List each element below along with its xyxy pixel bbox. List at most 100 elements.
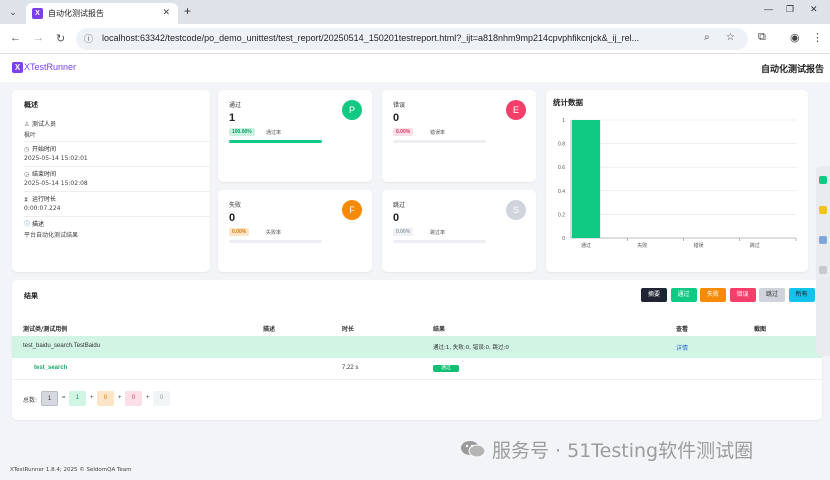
summary-pass: 1: [69, 391, 86, 406]
results-heading: 结果: [24, 292, 38, 300]
filter-button-4[interactable]: 跳过: [759, 288, 785, 302]
tab-close-icon[interactable]: ✕: [162, 7, 170, 18]
filter-button-1[interactable]: 通过: [670, 288, 697, 302]
overview-label: 运行时长: [32, 196, 57, 203]
summary-label: 总数:: [23, 397, 38, 404]
summary-fail: 0: [97, 391, 114, 406]
forward-icon[interactable]: →: [33, 32, 44, 44]
watermark-text: 服务号 · 51Testing软件测试圈: [492, 440, 754, 462]
summary-equals: =: [62, 395, 66, 401]
browser-tab[interactable]: X 自动化测试报告 ✕: [26, 3, 178, 24]
overview-row-duration: ⧗ 运行时长 0:00:07.224: [24, 192, 210, 217]
col-header-view: 查看: [676, 326, 689, 333]
stat-rate-badge: 100.00%: [229, 128, 255, 136]
reload-icon[interactable]: ↻: [56, 32, 65, 45]
overview-row-start: ◷ 开始时间 2025-05-14 15:02:01: [24, 142, 210, 167]
site-info-icon[interactable]: ⓘ: [84, 32, 96, 44]
stat-rate-label: 失败率: [266, 230, 282, 236]
stats-bar-chart: 0 0.2 0.4 0.6 0.8 1 通过 失败 错误 跳过: [558, 118, 797, 249]
palette-icon[interactable]: [819, 206, 827, 214]
col-header-case: 测试类/测试用例: [23, 326, 68, 333]
stat-count: 1: [229, 112, 236, 124]
footer-text: XTestRunner 1.8.4; 2025 © SeldomQA Team: [10, 467, 132, 473]
overview-heading: 概述: [24, 101, 38, 109]
brand-name[interactable]: XTestRunner: [24, 62, 76, 72]
window-close-icon[interactable]: ✕: [810, 4, 818, 15]
summary-plus: +: [146, 395, 150, 401]
back-icon[interactable]: ←: [10, 32, 21, 44]
overview-label: 结束时间: [32, 171, 57, 178]
image-icon[interactable]: [819, 266, 827, 274]
restore-icon[interactable]: ❐: [786, 4, 794, 15]
chart-y-tick-label: 0.6: [558, 165, 565, 171]
class-stats: 通过:1, 失败:0, 错误:0, 跳过:0: [433, 345, 509, 351]
stat-label: 通过: [229, 102, 242, 109]
browser-toolbar: ← → ↻ ⓘ localhost:63342/testcode/po_demo…: [0, 24, 830, 54]
class-name: test_baidu_search.TestBaidu: [23, 343, 101, 349]
grid-icon[interactable]: [819, 236, 827, 244]
table-row-case[interactable]: test_search 7.22 s 通过: [12, 358, 822, 380]
logo-icon: X: [12, 62, 23, 73]
summary-skip: 0: [153, 391, 170, 406]
overview-value: 0:00:07.224: [24, 205, 61, 212]
overview-row-tester: ♙ 测试人员 枫叶: [24, 117, 210, 142]
chart-x-tick-label: 通过: [581, 242, 591, 249]
stat-rate-badge: 0.00%: [229, 228, 250, 236]
bookmark-star-icon[interactable]: ☆: [726, 32, 735, 43]
chart-y-tick-label: 1: [562, 118, 565, 124]
chart-x-tick-label: 跳过: [750, 242, 760, 249]
case-name[interactable]: test_search: [34, 365, 67, 371]
summary-plus: +: [90, 395, 94, 401]
address-bar[interactable]: ⓘ localhost:63342/testcode/po_demo_unitt…: [76, 28, 748, 50]
tab-title: 自动化测试报告: [48, 9, 104, 18]
stat-progress-track: [229, 140, 322, 143]
tab-favicon-icon: X: [32, 8, 43, 19]
stat-progress-fill: [229, 140, 322, 143]
browser-tab-bar: ⌄ X 自动化测试报告 ✕ + — ❐ ✕: [0, 0, 830, 24]
summary-total: 1: [41, 391, 58, 406]
chart-y-tick-label: 0.8: [558, 142, 565, 148]
stat-count: 0: [393, 212, 400, 224]
fail-letter-icon: F: [342, 200, 362, 220]
check-icon[interactable]: [819, 176, 827, 184]
stat-progress-track: [229, 240, 322, 243]
results-card: 结果 摘要 通过 失败 错误 跳过 所有 测试类/测试用例 描述 时长 结果 查看 截图 …: [12, 280, 822, 420]
user-icon: ♙: [24, 121, 30, 128]
overview-label: 测试人员: [32, 121, 57, 128]
stat-count: 0: [393, 112, 400, 124]
chart-x-tick-label: 失败: [637, 242, 647, 249]
chart-card: 统计数据 0 0.2 0.4 0.6 0.8 1 通过 失败 错误 跳过: [546, 90, 808, 272]
stat-label: 错误: [393, 102, 406, 109]
overview-value: 2025-05-14 15:02:01: [24, 155, 88, 162]
zoom-icon[interactable]: ⌕: [704, 32, 710, 43]
case-status-badge: 通过: [433, 365, 459, 372]
chart-x-tick-label: 错误: [694, 242, 704, 249]
minimize-icon[interactable]: —: [764, 4, 773, 14]
url-text[interactable]: localhost:63342/testcode/po_demo_unittes…: [102, 33, 692, 43]
error-letter-icon: E: [506, 100, 526, 120]
side-toolbar: [816, 166, 830, 356]
stat-rate-badge: 0.00%: [393, 128, 414, 136]
browser-menu-icon[interactable]: ⋮: [812, 31, 823, 44]
table-row-class[interactable]: test_baidu_search.TestBaidu 通过:1, 失败:0, …: [12, 336, 822, 358]
stat-label: 跳过: [393, 202, 406, 209]
new-tab-icon[interactable]: +: [184, 4, 191, 18]
overview-row-desc: ⓘ 描述 平台自动化测试结果: [24, 217, 210, 242]
stat-card-fail: 失败 0 F 0.00% 失败率: [218, 190, 372, 272]
col-header-desc: 描述: [263, 326, 276, 333]
tab-search-menu-icon[interactable]: ⌄: [6, 5, 20, 19]
overview-label: 开始时间: [32, 146, 57, 153]
stat-count: 0: [229, 212, 236, 224]
overview-value: 2025-05-14 15:02:08: [24, 180, 88, 187]
filter-button-5[interactable]: 所有: [788, 288, 815, 302]
chart-bar: [572, 120, 601, 238]
filter-button-2[interactable]: 失败: [700, 288, 726, 302]
extensions-icon[interactable]: ⧉: [758, 31, 766, 44]
chart-y-tick-label: 0.2: [558, 212, 565, 218]
detail-link[interactable]: 详情: [676, 343, 688, 352]
report-header: X XTestRunner 自动化测试报告: [0, 54, 830, 82]
profile-icon[interactable]: ◉: [790, 31, 800, 44]
col-header-result: 结果: [433, 326, 446, 333]
filter-button-0[interactable]: 摘要: [641, 288, 667, 302]
filter-button-3[interactable]: 错误: [729, 288, 756, 302]
